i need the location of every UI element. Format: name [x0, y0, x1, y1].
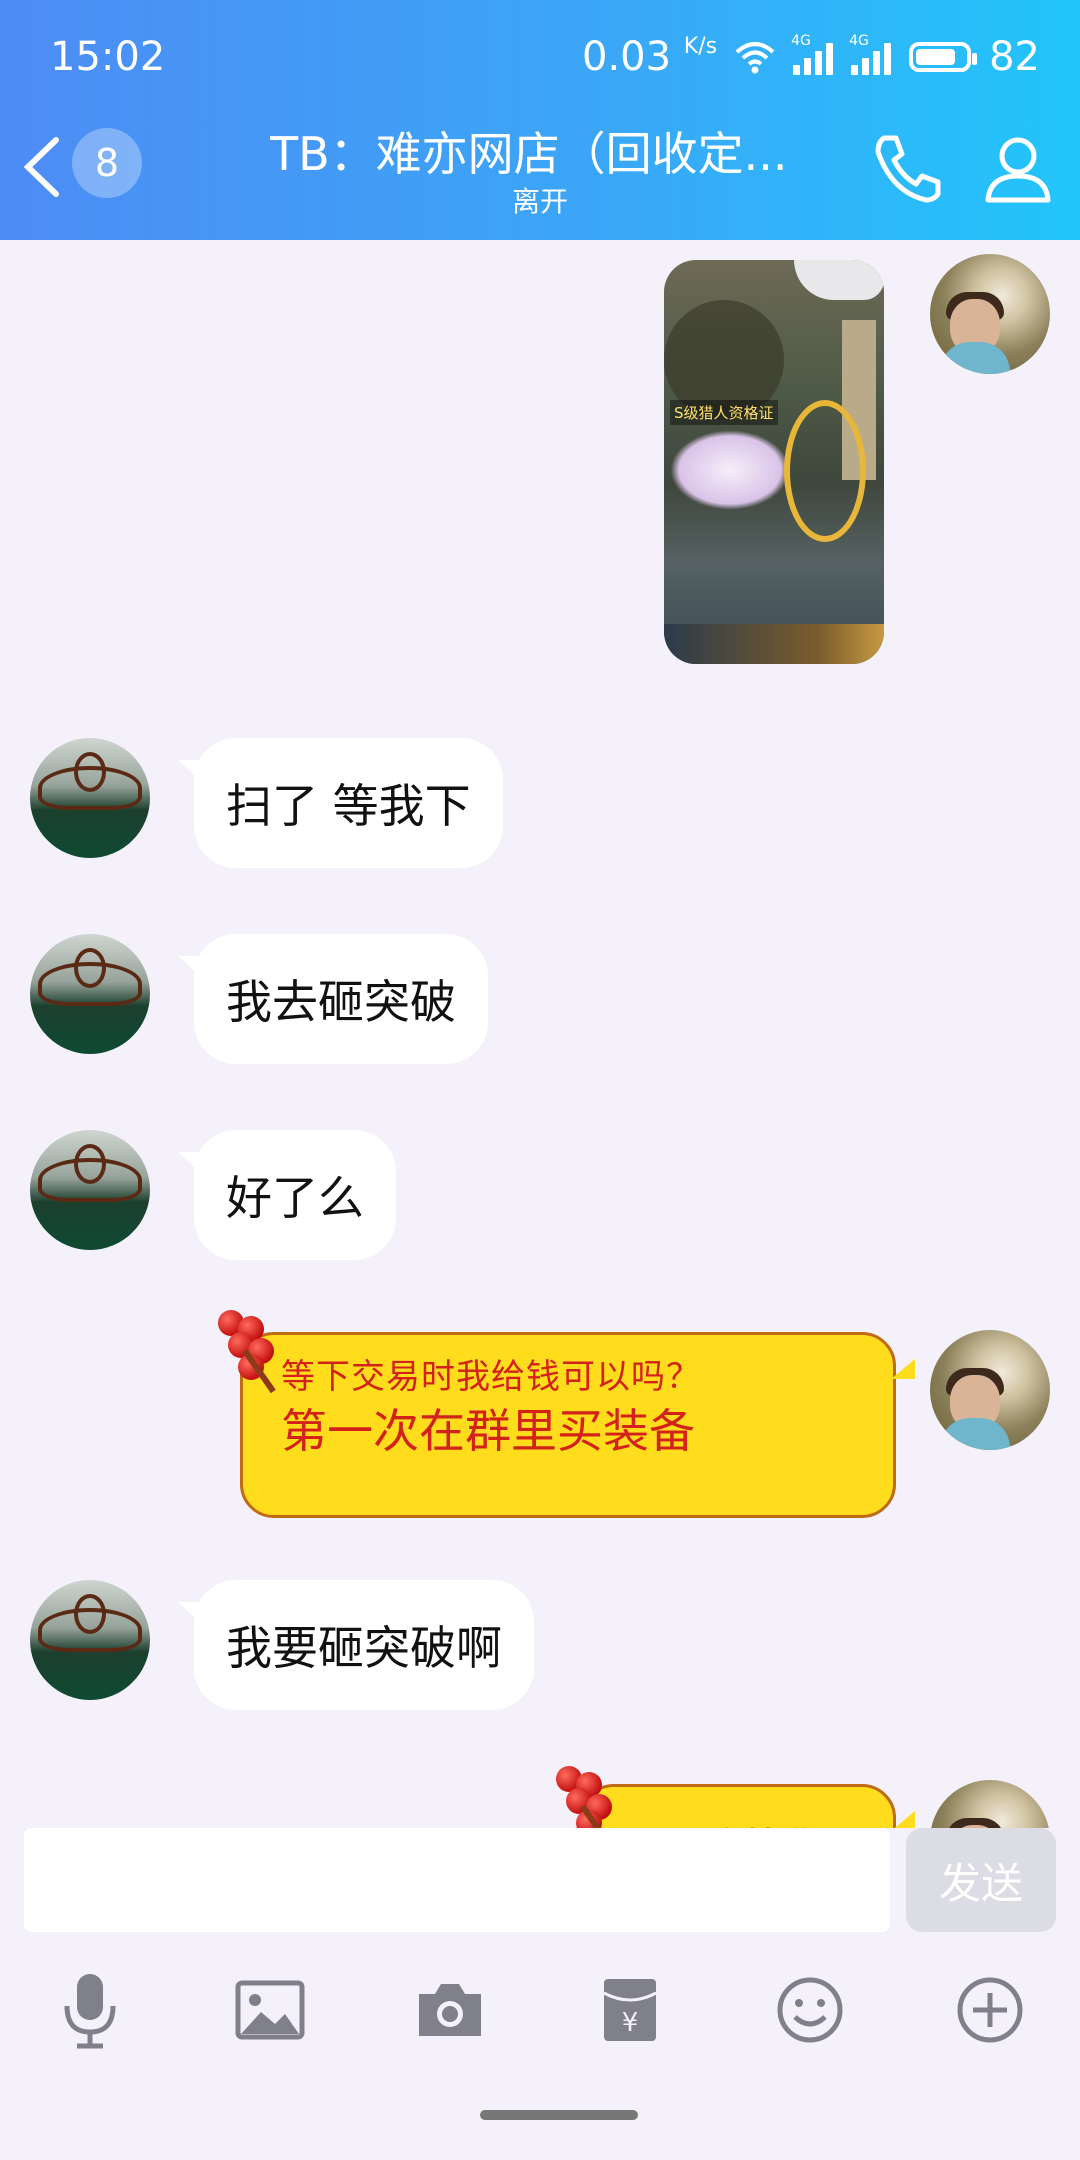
status-time: 15:02 — [50, 34, 166, 80]
candied-haws-icon — [214, 1308, 304, 1398]
input-bar: 发送 — [0, 1828, 1080, 1940]
message-line: 第一次在群里买装备 — [281, 1404, 695, 1458]
image-icon[interactable] — [220, 1960, 320, 2060]
contact-avatar[interactable] — [30, 934, 150, 1054]
chat-title[interactable]: TB：难亦网店（回收定... — [270, 118, 830, 184]
status-icons: 0.03 K/s 4G 4G 82 — [582, 33, 1040, 80]
game-screenshot-label: S级猎人资格证 — [670, 400, 778, 425]
battery-level: 82 — [989, 34, 1040, 80]
mic-icon[interactable] — [40, 1960, 140, 2060]
input-toolbar: ¥ — [0, 1960, 1080, 2070]
contact-avatar[interactable] — [30, 1580, 150, 1700]
sticker-bubble[interactable]: 等下交易时我给钱可以吗？ 第一次在群里买装备 — [240, 1332, 915, 1518]
message-line: 等下交易时我给钱可以吗？ — [281, 1357, 701, 1397]
svg-text:¥: ¥ — [622, 2008, 639, 2038]
signal-icon: 4G — [849, 33, 892, 75]
profile-icon[interactable] — [978, 128, 1058, 208]
home-indicator[interactable] — [480, 2110, 638, 2120]
phone-icon[interactable] — [868, 128, 948, 208]
candied-haws-icon — [552, 1764, 642, 1828]
red-packet-icon[interactable]: ¥ — [580, 1960, 680, 2060]
image-message[interactable]: S级猎人资格证 — [664, 260, 884, 664]
chat-header: 15:02 0.03 K/s 4G 4G 82 8 TB：难亦网店（回收定...… — [0, 0, 1080, 240]
camera-icon[interactable] — [400, 1960, 500, 2060]
emoji-icon[interactable] — [760, 1960, 860, 2060]
message-bubble[interactable]: 我去砸突破 — [178, 934, 488, 1064]
wifi-icon — [735, 42, 775, 74]
message-bubble[interactable]: 扫了 等我下 — [178, 738, 503, 868]
message-line: 嗯，我等你 — [621, 1815, 826, 1828]
message-bubble[interactable]: 我要砸突破啊 — [178, 1580, 534, 1710]
plus-icon[interactable] — [940, 1960, 1040, 2060]
my-avatar[interactable] — [930, 1780, 1050, 1828]
message-bubble[interactable]: 好了么 — [178, 1130, 396, 1260]
battery-icon — [909, 42, 978, 72]
network-speed: 0.03 K/s — [582, 34, 718, 80]
contact-avatar[interactable] — [30, 1130, 150, 1250]
message-list[interactable]: S级猎人资格证 扫了 等我下 我去砸突破 好了么 等下交易时我给钱可以吗？ 第一… — [0, 240, 1080, 1828]
message-input[interactable] — [24, 1828, 890, 1932]
contact-avatar[interactable] — [30, 738, 150, 858]
send-button[interactable]: 发送 — [906, 1828, 1056, 1932]
my-avatar[interactable] — [930, 1330, 1050, 1450]
my-avatar[interactable] — [930, 254, 1050, 374]
signal-icon: 4G — [791, 33, 834, 75]
